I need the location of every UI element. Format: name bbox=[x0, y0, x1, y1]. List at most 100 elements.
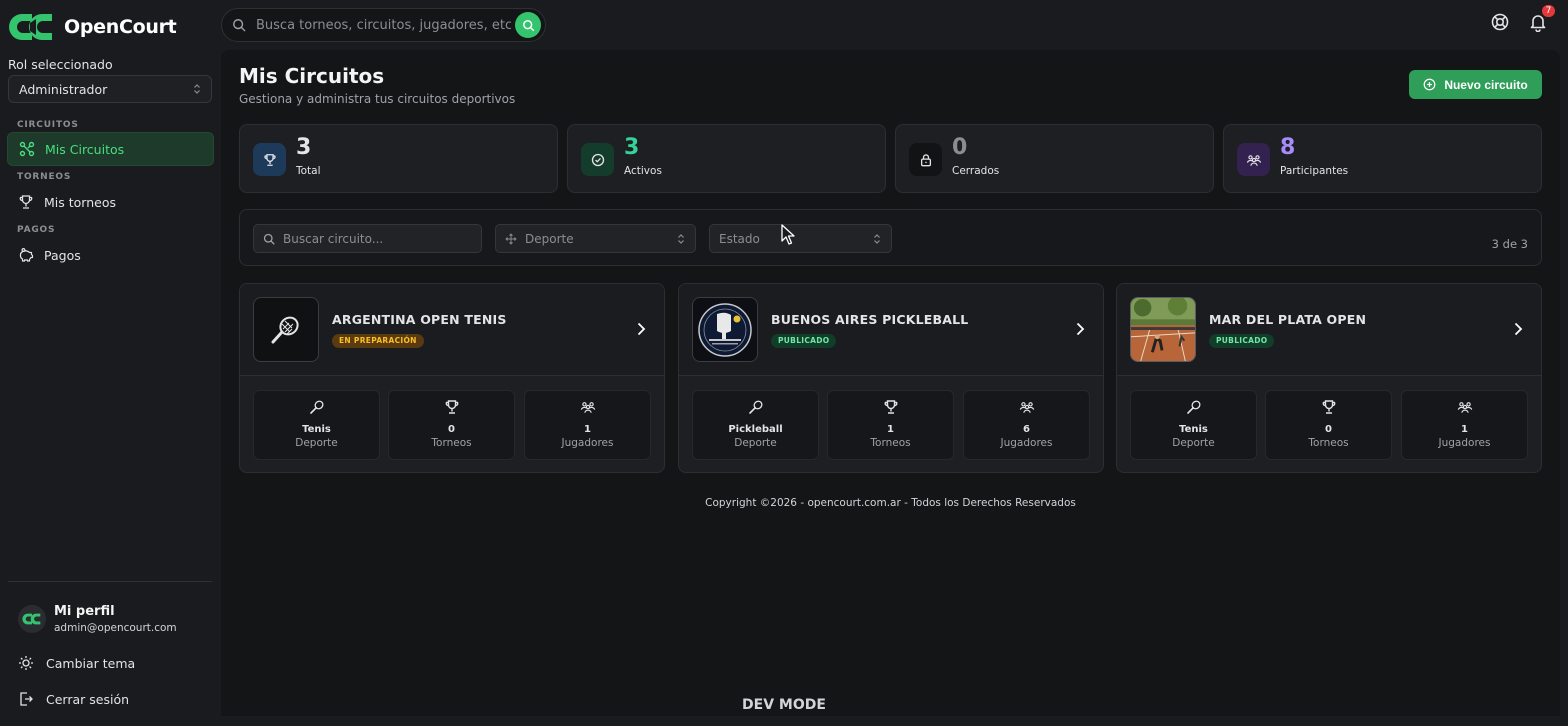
mini-stat-players: 1 Jugadores bbox=[524, 390, 651, 460]
chevron-right-icon[interactable] bbox=[1513, 322, 1523, 336]
racket-icon bbox=[310, 400, 324, 414]
search-icon bbox=[233, 19, 246, 32]
circuit-thumbnail bbox=[1130, 297, 1196, 362]
search-icon bbox=[263, 233, 275, 245]
change-theme-label: Cambiar tema bbox=[46, 655, 136, 671]
plus-circle-icon bbox=[1423, 78, 1436, 91]
tennis-court-photo bbox=[1131, 298, 1195, 361]
chevron-right-icon[interactable] bbox=[1075, 322, 1085, 336]
mini-stat-value: Tenis bbox=[302, 424, 331, 435]
opencourt-logo-icon bbox=[9, 14, 52, 40]
trophy-icon bbox=[19, 195, 33, 209]
users-icon bbox=[1457, 402, 1473, 413]
brand[interactable]: OpenCourt bbox=[8, 10, 177, 44]
users-icon bbox=[580, 402, 596, 413]
notifications-button[interactable]: 7 bbox=[1528, 5, 1555, 33]
mini-stat-label: Torneos bbox=[431, 437, 472, 449]
mini-stat-value: 0 bbox=[448, 424, 455, 435]
stat-value: 8 bbox=[1280, 135, 1296, 160]
status-select[interactable]: Estado bbox=[709, 224, 892, 253]
move-icon bbox=[505, 232, 517, 245]
new-circuit-button[interactable]: Nuevo circuito bbox=[1409, 70, 1542, 99]
global-search-input[interactable] bbox=[256, 17, 511, 33]
mini-stat-label: Jugadores bbox=[1438, 437, 1491, 449]
sidebar-item-label: Mis Circuitos bbox=[45, 141, 125, 157]
page-title: Mis Circuitos bbox=[239, 64, 385, 88]
new-circuit-label: Nuevo circuito bbox=[1444, 77, 1528, 92]
status-badge: EN PREPARACIÓN bbox=[332, 334, 424, 348]
trophy-icon bbox=[1322, 400, 1336, 414]
circuit-card[interactable]: BUENOS AIRES PICKLEBALL PUBLICADO Pickle… bbox=[678, 283, 1104, 473]
chevron-right-icon[interactable] bbox=[636, 322, 646, 336]
circuit-search-input[interactable] bbox=[283, 231, 463, 246]
notification-count-badge: 7 bbox=[1542, 5, 1555, 17]
trophy-icon bbox=[445, 400, 459, 414]
stat-card-participantes: 8 Participantes bbox=[1223, 124, 1542, 193]
stat-label: Total bbox=[296, 165, 321, 177]
profile-email: admin@opencourt.com bbox=[54, 622, 177, 634]
users-icon bbox=[1019, 402, 1035, 413]
mini-stat-label: Jugadores bbox=[561, 437, 614, 449]
top-icons: 7 bbox=[1490, 5, 1555, 33]
profile-link[interactable]: Mi perfil admin@opencourt.com bbox=[18, 604, 177, 634]
mini-stat-players: 1 Jugadores bbox=[1401, 390, 1528, 460]
sidebar-item-mis-circuitos[interactable]: Mis Circuitos bbox=[7, 132, 214, 166]
stat-label: Activos bbox=[624, 165, 662, 177]
circuit-card-header: MAR DEL PLATA OPEN PUBLICADO bbox=[1117, 284, 1541, 376]
role-select-value: Administrador bbox=[19, 81, 108, 97]
global-search[interactable] bbox=[221, 8, 546, 42]
mini-stat-value: 1 bbox=[584, 424, 591, 435]
circuit-search-field[interactable] bbox=[253, 224, 482, 253]
role-select[interactable]: Administrador bbox=[8, 75, 212, 103]
stat-icon-total bbox=[253, 143, 286, 176]
avatar bbox=[18, 605, 46, 633]
profile-name: Mi perfil bbox=[54, 604, 115, 619]
page-subtitle: Gestiona y administra tus circuitos depo… bbox=[239, 92, 516, 106]
stat-label: Participantes bbox=[1280, 165, 1349, 177]
circuit-name: MAR DEL PLATA OPEN bbox=[1209, 312, 1367, 327]
sidebar-item-pagos[interactable]: Pagos bbox=[7, 238, 214, 272]
sidebar-item-label: Pagos bbox=[44, 247, 81, 263]
mini-stat-value: 0 bbox=[1325, 424, 1332, 435]
sidebar-item-mis-torneos[interactable]: Mis torneos bbox=[7, 185, 214, 219]
section-label-circuitos: CIRCUITOS bbox=[17, 120, 79, 130]
check-circle-icon bbox=[591, 153, 604, 166]
mini-stat-players: 6 Jugadores bbox=[963, 390, 1090, 460]
status-select-placeholder: Estado bbox=[719, 231, 760, 246]
chevron-up-down-icon bbox=[874, 234, 880, 244]
mini-stat-sport: Tenis Deporte bbox=[253, 390, 380, 460]
opencourt-logo-icon bbox=[22, 613, 41, 625]
mini-stat-tournaments: 0 Torneos bbox=[1265, 390, 1392, 460]
status-badge: PUBLICADO bbox=[771, 334, 837, 348]
stat-value: 3 bbox=[296, 135, 312, 160]
chevron-up-down-icon bbox=[194, 84, 200, 94]
circuit-name: BUENOS AIRES PICKLEBALL bbox=[771, 312, 969, 327]
users-icon bbox=[1246, 154, 1261, 166]
stat-icon-participantes bbox=[1237, 143, 1270, 176]
mini-stat-tournaments: 1 Torneos bbox=[827, 390, 954, 460]
brand-name: OpenCourt bbox=[64, 16, 177, 38]
sidebar-item-label: Mis torneos bbox=[44, 194, 116, 210]
status-badge: PUBLICADO bbox=[1209, 334, 1275, 348]
circuit-name: ARGENTINA OPEN TENIS bbox=[332, 312, 507, 327]
trophy-icon bbox=[263, 153, 276, 166]
stat-icon-activos bbox=[581, 143, 614, 176]
circuit-card[interactable]: ARGENTINA OPEN TENIS EN PREPARACIÓN Teni… bbox=[239, 283, 665, 473]
top-bar: OpenCourt Busca torneos, circuitos, juga… bbox=[0, 0, 1568, 50]
search-submit-button[interactable] bbox=[515, 12, 541, 38]
sport-select[interactable]: Deporte bbox=[495, 224, 696, 253]
stat-value: 0 bbox=[952, 135, 968, 160]
stat-card-activos: 3 Activos bbox=[567, 124, 886, 193]
sun-icon bbox=[19, 656, 33, 670]
search-icon bbox=[522, 19, 534, 31]
chevron-up-down-icon bbox=[678, 234, 684, 244]
filter-bar: Deporte Estado 3 de 3 bbox=[239, 209, 1542, 266]
trophy-icon bbox=[884, 400, 898, 414]
circuit-card[interactable]: MAR DEL PLATA OPEN PUBLICADO Tenis Depor… bbox=[1116, 283, 1542, 473]
change-theme-button[interactable]: Cambiar tema bbox=[18, 655, 135, 671]
help-button[interactable] bbox=[1490, 12, 1510, 32]
mini-stat-value: 1 bbox=[1461, 424, 1468, 435]
sidebar: Rol seleccionado Administrador CIRCUITOS… bbox=[0, 50, 220, 726]
section-label-pagos: PAGOS bbox=[17, 225, 56, 235]
copyright-text: Copyright ©2026 - opencourt.com.ar - Tod… bbox=[705, 497, 1076, 509]
